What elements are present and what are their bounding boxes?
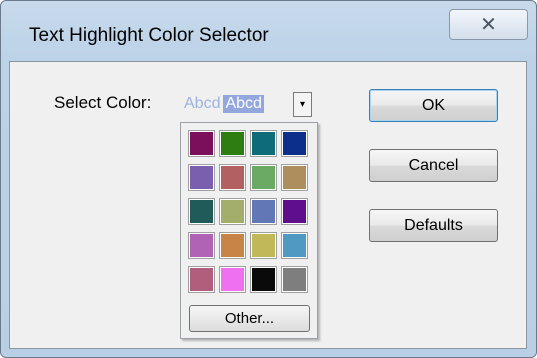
dialog-client-area: Select Color: Abcd Abcd ▾ Other... OK Ca… — [9, 61, 527, 349]
other-color-button[interactable]: Other... — [189, 305, 310, 332]
preview-plain-text: Abcd — [184, 94, 221, 112]
color-swatch[interactable] — [188, 266, 215, 293]
select-color-label: Select Color: — [54, 93, 152, 112]
color-swatch[interactable] — [219, 232, 246, 259]
dropdown-arrow-button[interactable]: ▾ — [293, 92, 312, 117]
color-swatch[interactable] — [281, 232, 308, 259]
color-swatch[interactable] — [188, 198, 215, 225]
dialog-window: Text Highlight Color Selector ✕ Select C… — [0, 0, 537, 358]
color-swatch[interactable] — [250, 232, 277, 259]
color-combobox[interactable]: Abcd Abcd ▾ — [184, 89, 316, 118]
chevron-down-icon: ▾ — [299, 99, 306, 110]
color-swatch[interactable] — [188, 232, 215, 259]
color-swatch[interactable] — [281, 164, 308, 191]
color-swatch[interactable] — [250, 130, 277, 157]
color-swatch[interactable] — [281, 266, 308, 293]
color-swatch[interactable] — [219, 130, 246, 157]
color-swatch[interactable] — [188, 130, 215, 157]
window-title: Text Highlight Color Selector — [29, 25, 269, 46]
color-swatch[interactable] — [250, 266, 277, 293]
color-swatch[interactable] — [188, 164, 215, 191]
close-button[interactable]: ✕ — [449, 9, 528, 40]
preview-highlight-text: Abcd — [223, 94, 264, 113]
color-swatch[interactable] — [219, 198, 246, 225]
title-bar: Text Highlight Color Selector ✕ — [1, 1, 536, 61]
color-swatch[interactable] — [250, 164, 277, 191]
defaults-button[interactable]: Defaults — [369, 209, 498, 242]
color-swatch[interactable] — [219, 164, 246, 191]
color-palette-popup: Other... — [180, 122, 318, 339]
close-icon: ✕ — [480, 14, 497, 36]
color-swatch[interactable] — [281, 198, 308, 225]
color-swatch[interactable] — [250, 198, 277, 225]
color-swatch[interactable] — [281, 130, 308, 157]
cancel-button[interactable]: Cancel — [369, 149, 498, 182]
color-swatch[interactable] — [219, 266, 246, 293]
ok-button[interactable]: OK — [369, 89, 498, 122]
